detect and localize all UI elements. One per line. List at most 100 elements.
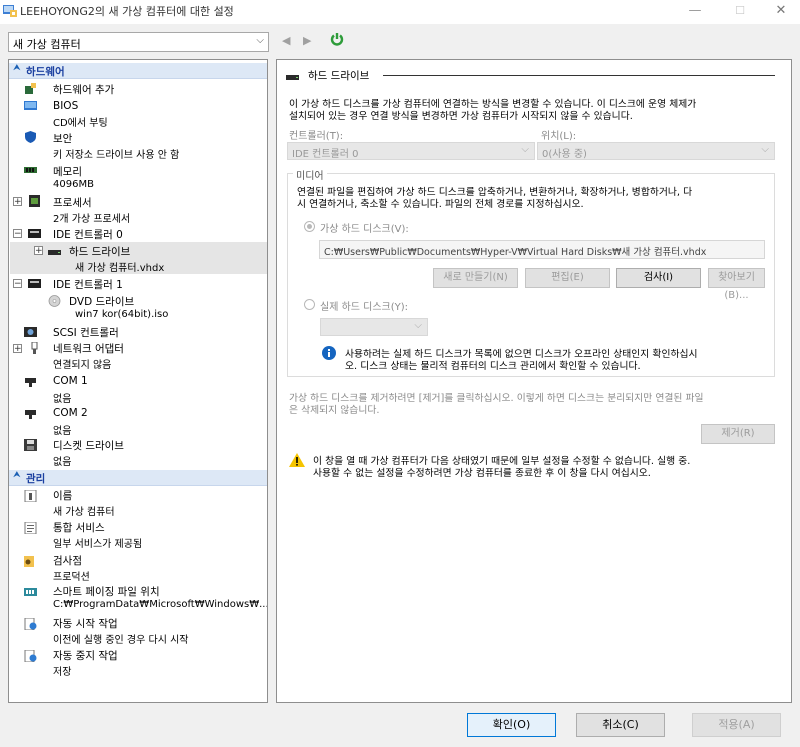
ide-controller-icon xyxy=(28,279,41,288)
tree-item-diskette-drive[interactable]: 디스켓 드라이브 xyxy=(53,438,124,453)
virtual-disk-label: 가상 하드 디스크(V): xyxy=(320,224,409,235)
smart-paging-icon xyxy=(24,588,37,596)
chevron-down-icon: ⌵ xyxy=(521,144,529,155)
vhd-path-field[interactable]: C:₩Users₩Public₩Documents₩Hyper-V₩Virtua… xyxy=(319,240,765,259)
collapse-icon: ⮝ xyxy=(13,63,21,73)
new-vhd-button[interactable]: 새로 만들기(N) xyxy=(433,268,518,288)
vhd-path-value: C:₩Users₩Public₩Documents₩Hyper-V₩Virtua… xyxy=(324,247,707,258)
chevron-down-icon: ⌵ xyxy=(761,144,769,155)
chevron-down-icon: ⌵ xyxy=(256,35,264,46)
title-bar: LEEHOYONG2의 새 가상 컴퓨터에 대한 설정 — ☐ ✕ xyxy=(0,0,800,24)
browse-vhd-button[interactable]: 찾아보기(B)... xyxy=(708,268,765,301)
page-title: 하드 드라이브 xyxy=(308,70,370,82)
tree-item-com2[interactable]: COM 2 xyxy=(53,407,88,419)
tree-item-sub: 없음 xyxy=(53,426,72,437)
ok-button[interactable]: 확인(O) xyxy=(467,713,556,737)
physical-disk-radio[interactable] xyxy=(304,299,315,310)
warning-icon xyxy=(289,453,305,467)
tree-item-sub: 일부 서비스가 제공됨 xyxy=(53,539,143,550)
diskette-icon xyxy=(24,439,37,451)
tree-item-label: 하드웨어 추가 xyxy=(53,84,115,96)
apply-button[interactable]: 적용(A) xyxy=(692,713,781,737)
vm-selector-dropdown[interactable]: 새 가상 컴퓨터 ⌵ xyxy=(8,32,269,52)
location-value: 0(사용 중) xyxy=(542,149,587,160)
tree-item-label: 통합 서비스 xyxy=(53,522,105,534)
ide-controller-icon xyxy=(28,229,41,238)
expand-plus-icon[interactable]: + xyxy=(13,197,22,207)
remove-button[interactable]: 제거(R) xyxy=(701,424,775,444)
tree-item-memory[interactable]: 메모리 xyxy=(53,164,82,179)
tree-item-security[interactable]: 보안 xyxy=(53,131,72,146)
tree-item-auto-start[interactable]: 자동 시작 작업 xyxy=(53,616,118,631)
tree-item-label: COM 1 xyxy=(53,375,88,387)
start-power-icon[interactable] xyxy=(330,32,344,46)
back-arrow-icon[interactable]: ◀ xyxy=(282,34,290,47)
tree-item-hard-drive[interactable]: 하드 드라이브 xyxy=(69,244,130,259)
tree-item-checkpoints[interactable]: 검사점 xyxy=(53,553,82,568)
expand-plus-icon[interactable]: + xyxy=(13,344,22,354)
hyperv-settings-icon xyxy=(3,5,17,17)
shield-icon xyxy=(25,131,36,143)
tree-item-bios[interactable]: BIOS xyxy=(53,100,78,112)
tree-item-label: IDE 컨트롤러 1 xyxy=(53,279,123,291)
section-hardware[interactable]: ⮝ 하드웨어 xyxy=(9,63,267,79)
location-label: 위치(L): xyxy=(541,131,577,142)
chevron-down-icon: ⌵ xyxy=(414,320,422,331)
maximize-button[interactable]: ☐ xyxy=(725,0,755,24)
tree-item-sub: 새 가상 컴퓨터.vhdx xyxy=(75,263,165,274)
tree-item-scsi-controller[interactable]: SCSI 컨트롤러 xyxy=(53,325,119,340)
expand-minus-icon[interactable]: − xyxy=(13,279,22,289)
tree-item-add-hardware[interactable]: 하드웨어 추가 xyxy=(53,82,114,97)
tree-item-ide-controller-0[interactable]: IDE 컨트롤러 0 xyxy=(53,227,123,242)
window-title: LEEHOYONG2의 새 가상 컴퓨터에 대한 설정 xyxy=(20,5,234,18)
collapse-icon: ⮝ xyxy=(13,470,21,480)
tree-item-network-adapter[interactable]: 네트워크 어댑터 xyxy=(53,341,124,356)
processor-icon xyxy=(29,195,40,207)
location-dropdown[interactable]: 0(사용 중) ⌵ xyxy=(537,142,775,160)
close-button[interactable]: ✕ xyxy=(766,0,796,24)
tree-item-sub: 새 가상 컴퓨터 xyxy=(53,507,115,518)
tree-item-smart-paging[interactable]: 스마트 페이징 파일 위치 xyxy=(53,584,160,599)
tree-item-label: 메모리 xyxy=(53,166,82,178)
tree-item-name[interactable]: 이름 xyxy=(53,488,72,503)
expand-plus-icon[interactable]: + xyxy=(34,246,43,256)
tree-item-auto-stop[interactable]: 자동 중지 작업 xyxy=(53,648,118,663)
virtual-disk-radio[interactable] xyxy=(304,221,315,232)
tree-item-integration-services[interactable]: 통합 서비스 xyxy=(53,520,105,535)
warning-text-line2: 사용할 수 없는 설정을 수정하려면 가상 컴퓨터를 종료한 후 이 창을 다시… xyxy=(313,468,651,479)
tree-item-sub: 저장 xyxy=(53,667,72,678)
tree-item-ide-controller-1[interactable]: IDE 컨트롤러 1 xyxy=(53,277,123,292)
tree-item-label: 네트워크 어댑터 xyxy=(53,343,124,355)
heading-rule xyxy=(383,75,775,76)
cancel-button[interactable]: 취소(C) xyxy=(576,713,665,737)
tree-item-label: 하드 드라이브 xyxy=(69,246,131,258)
tree-item-dvd-drive[interactable]: DVD 드라이브 xyxy=(69,294,134,309)
inspect-vhd-button[interactable]: 검사(I) xyxy=(616,268,701,288)
com-port-icon xyxy=(25,410,36,419)
media-group-label: 미디어 xyxy=(293,167,327,182)
intro-text-line2: 설치되어 있는 경우 연결 방식을 변경하면 가상 컴퓨터가 시작되지 않을 수… xyxy=(289,111,633,122)
tree-item-label: BIOS xyxy=(53,100,79,112)
edit-vhd-button[interactable]: 편집(E) xyxy=(525,268,610,288)
hard-drive-icon xyxy=(286,75,299,80)
tree-item-sub: 프로덕션 xyxy=(53,572,90,583)
physical-disk-label: 실제 하드 디스크(Y): xyxy=(320,302,409,313)
tree-item-sub: 없음 xyxy=(53,394,72,405)
tree-item-label: 자동 중지 작업 xyxy=(53,650,118,662)
tree-item-com1[interactable]: COM 1 xyxy=(53,375,88,387)
checkpoint-icon xyxy=(24,556,34,567)
memory-icon xyxy=(24,167,37,173)
tree-item-sub: 이전에 실행 중인 경우 다시 시작 xyxy=(53,635,189,646)
section-management[interactable]: ⮝ 관리 xyxy=(9,470,267,486)
section-hardware-label: 하드웨어 xyxy=(26,66,65,78)
minimize-button[interactable]: — xyxy=(680,0,710,24)
controller-dropdown[interactable]: IDE 컨트롤러 0 ⌵ xyxy=(287,142,535,160)
tree-item-label: SCSI 컨트롤러 xyxy=(53,327,119,339)
physical-disk-dropdown[interactable]: ⌵ xyxy=(320,318,428,336)
expand-minus-icon[interactable]: − xyxy=(13,229,22,239)
tree-item-processor[interactable]: 프로세서 xyxy=(53,195,92,210)
forward-arrow-icon[interactable]: ▶ xyxy=(303,34,311,47)
controller-label: 컨트롤러(T): xyxy=(289,131,344,142)
media-desc-line2: 시 연결하거나, 축소할 수 있습니다. 파일의 전체 경로를 지정하십시오. xyxy=(297,199,584,210)
integration-services-icon xyxy=(24,522,37,534)
